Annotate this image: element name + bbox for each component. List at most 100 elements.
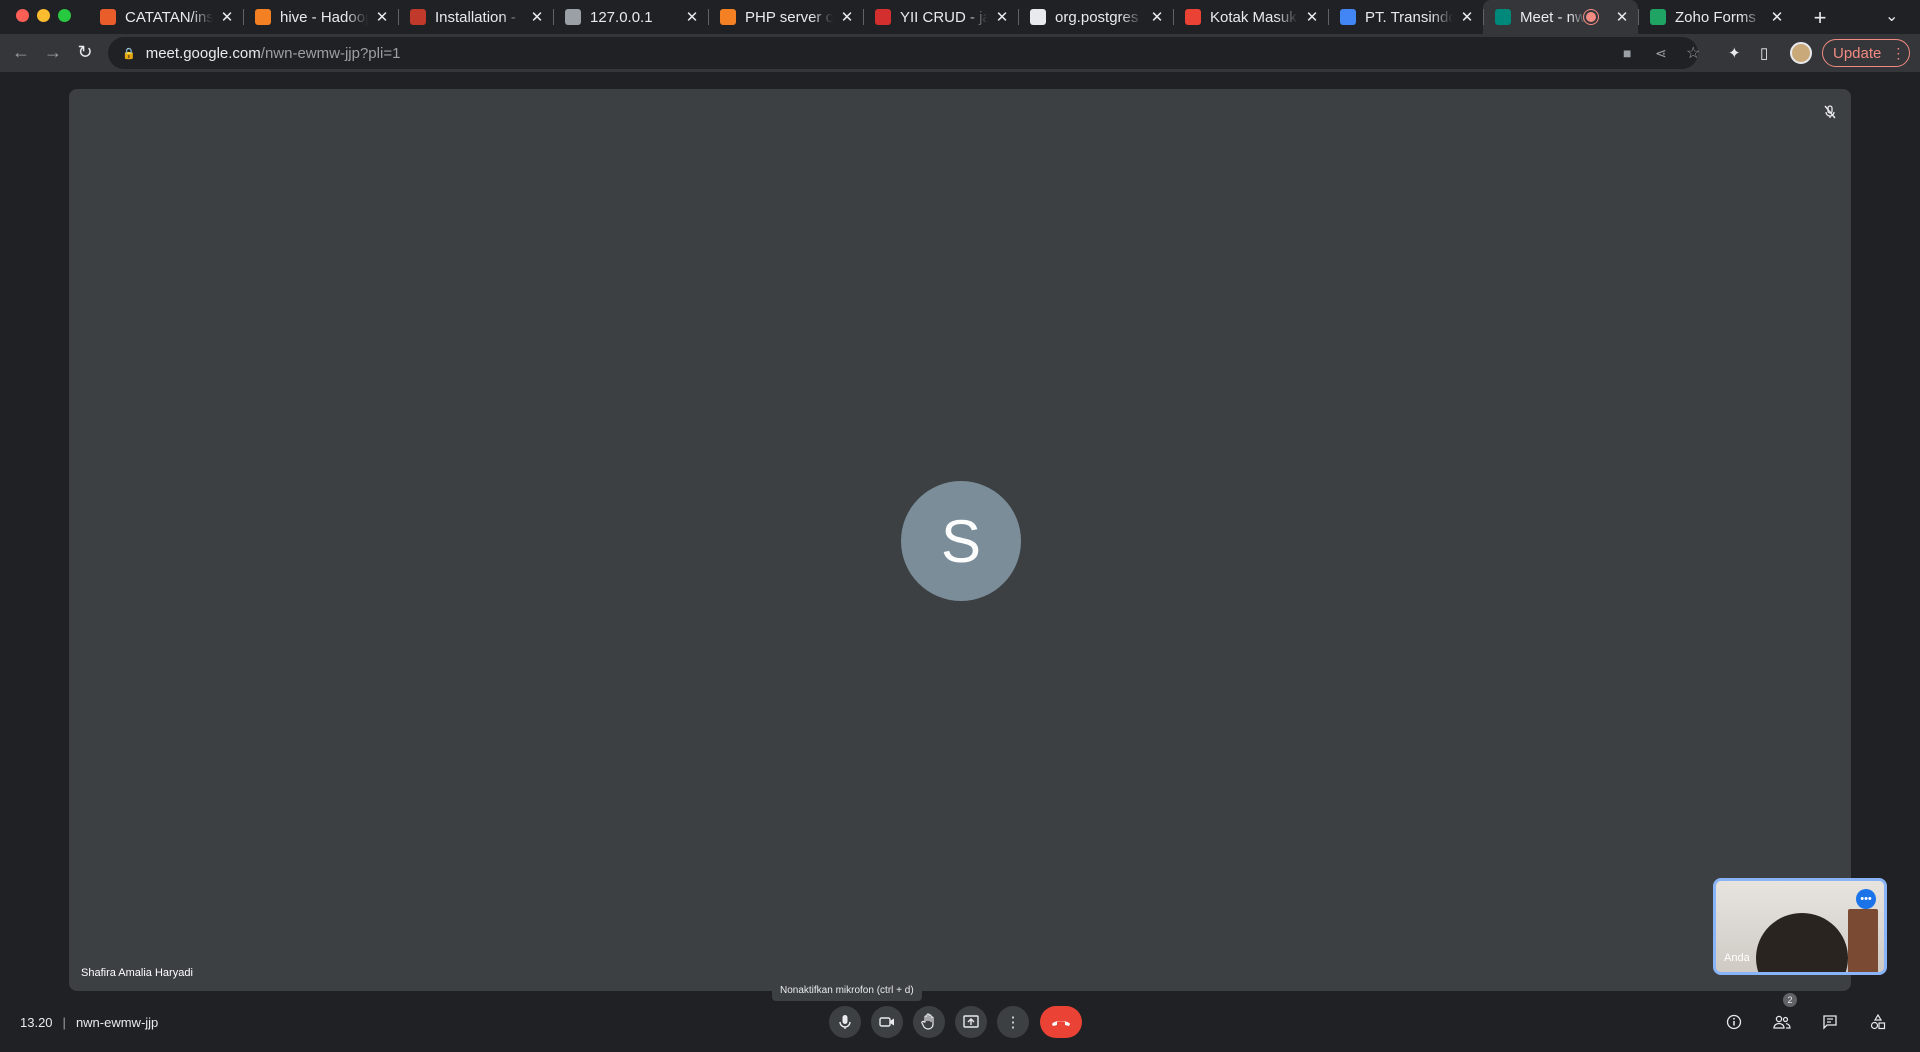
url-host: meet.google.com xyxy=(145,44,261,62)
github-icon xyxy=(1030,9,1046,25)
tab-title: hive - Hadoop xyxy=(280,8,368,26)
minimize-window-button[interactable] xyxy=(37,9,50,22)
self-view-label: Anda xyxy=(1724,952,1750,964)
camera-icon xyxy=(879,1017,894,1027)
maximize-window-button[interactable] xyxy=(58,9,71,22)
browser-toolbar: ← → ↻ 🔒 meet.google.com/nwn-ewmw-jjp?pli… xyxy=(0,34,1920,72)
share-icon[interactable]: ⋖ xyxy=(1655,45,1667,62)
self-view-door xyxy=(1848,909,1878,972)
leave-call-button[interactable] xyxy=(1040,1006,1082,1038)
url-text: meet.google.com/nwn-ewmw-jjp?pli=1 xyxy=(146,45,401,62)
browser-tab[interactable]: PHP server or ✕ xyxy=(708,0,863,34)
update-label: Update xyxy=(1833,44,1882,62)
chat-icon xyxy=(1823,1015,1837,1030)
tab-title: 127.0.0.1 xyxy=(590,8,653,26)
mic-tooltip: Nonaktifkan mikrofon (ctrl + d) xyxy=(772,979,922,1001)
present-icon xyxy=(963,1015,979,1028)
browser-tab[interactable]: CATATAN/ins ✕ xyxy=(88,0,243,34)
google-icon xyxy=(1340,9,1356,25)
close-tab-icon[interactable]: ✕ xyxy=(684,9,700,26)
browser-tab[interactable]: Kotak Masuk ✕ xyxy=(1173,0,1328,34)
participant-name: Shafira Amalia Haryadi xyxy=(81,967,193,979)
tab-title: Meet - nw xyxy=(1520,8,1586,26)
camera-in-use-icon[interactable]: ■ xyxy=(1623,45,1631,61)
recording-indicator-icon xyxy=(1586,12,1596,22)
globe-icon xyxy=(565,9,581,25)
extensions-icon[interactable]: ✦ xyxy=(1728,44,1741,62)
lock-icon: 🔒 xyxy=(122,47,136,60)
stackoverflow-icon xyxy=(720,9,736,25)
raise-hand-button[interactable] xyxy=(913,1006,945,1038)
tab-title: org.postgres xyxy=(1055,8,1139,26)
forward-button[interactable]: → xyxy=(42,42,64,63)
tabs: CATATAN/ins ✕ hive - Hadoop ✕ Installation -… xyxy=(88,0,1793,34)
close-tab-icon[interactable]: ✕ xyxy=(1614,9,1630,26)
close-tab-icon[interactable]: ✕ xyxy=(1769,9,1785,26)
tab-title: PHP server or xyxy=(745,8,833,26)
new-tab-button[interactable]: + xyxy=(1808,5,1832,31)
people-icon xyxy=(1773,1015,1791,1029)
microphone-button[interactable] xyxy=(829,1006,861,1038)
meeting-details-button[interactable] xyxy=(1720,1006,1748,1038)
close-tab-icon[interactable]: ✕ xyxy=(219,9,235,26)
activities-button[interactable] xyxy=(1864,1006,1892,1038)
tab-title: Zoho Forms xyxy=(1675,8,1756,26)
close-window-button[interactable] xyxy=(16,9,29,22)
browser-tab[interactable]: Installation - ✕ xyxy=(398,0,553,34)
more-vert-icon: ⋮ xyxy=(1005,1014,1021,1031)
microphone-icon xyxy=(839,1015,851,1029)
update-button[interactable]: Update ⋮ xyxy=(1822,39,1910,67)
self-view-tile[interactable]: Anda ••• xyxy=(1713,878,1887,975)
address-bar[interactable]: 🔒 meet.google.com/nwn-ewmw-jjp?pli=1 ■ ⋖… xyxy=(108,37,1700,69)
close-tab-icon[interactable]: ✕ xyxy=(1304,9,1320,26)
muted-mic-icon xyxy=(1819,101,1841,123)
hang-up-icon xyxy=(1052,1021,1070,1026)
browser-tab[interactable]: org.postgres ✕ xyxy=(1018,0,1173,34)
call-controls: ⋮ xyxy=(0,1006,1920,1038)
browser-tab[interactable]: 127.0.0.1 ✕ xyxy=(553,0,708,34)
git-logo-icon xyxy=(100,9,116,25)
close-tab-icon[interactable]: ✕ xyxy=(374,9,390,26)
menu-dots-icon: ⋮ xyxy=(1891,44,1906,61)
back-button[interactable]: ← xyxy=(10,42,32,63)
zoho-forms-icon xyxy=(1650,9,1666,25)
url-path: /nwn-ewmw-jjp?pli=1 xyxy=(260,44,401,62)
close-tab-icon[interactable]: ✕ xyxy=(1459,9,1475,26)
browser-tab[interactable]: Meet - nw ✕ xyxy=(1483,0,1638,34)
reload-button[interactable]: ↻ xyxy=(74,42,96,63)
participant-count-badge: 2 xyxy=(1783,993,1797,1007)
participant-tile[interactable]: S Shafira Amalia Haryadi xyxy=(69,89,1851,991)
browser-tab[interactable]: YII CRUD - jav ✕ xyxy=(863,0,1018,34)
tab-title: Kotak Masuk xyxy=(1210,8,1297,26)
close-tab-icon[interactable]: ✕ xyxy=(1149,9,1165,26)
gmail-icon xyxy=(1185,9,1201,25)
browser-tab[interactable]: Zoho Forms ✕ xyxy=(1638,0,1793,34)
meet-area: S Shafira Amalia Haryadi Anda ••• Nonakt… xyxy=(0,72,1920,1052)
meet-icon xyxy=(1495,9,1511,25)
profile-avatar[interactable] xyxy=(1790,42,1812,64)
tab-search-icon[interactable]: ⌄ xyxy=(1885,6,1898,26)
camera-button[interactable] xyxy=(871,1006,903,1038)
close-tab-icon[interactable]: ✕ xyxy=(529,9,545,26)
tab-title: PT. Transindo xyxy=(1365,8,1453,26)
browser-tab[interactable]: PT. Transindo ✕ xyxy=(1328,0,1483,34)
participant-avatar: S xyxy=(901,481,1021,601)
info-icon xyxy=(1726,1014,1742,1030)
more-options-icon[interactable]: ••• xyxy=(1856,889,1876,909)
more-options-button[interactable]: ⋮ xyxy=(997,1006,1029,1038)
yii-icon xyxy=(410,9,426,25)
stackoverflow-icon xyxy=(255,9,271,25)
close-tab-icon[interactable]: ✕ xyxy=(994,9,1010,26)
present-screen-button[interactable] xyxy=(955,1006,987,1038)
bookmark-star-icon[interactable]: ☆ xyxy=(1686,43,1700,63)
tab-title: Installation - xyxy=(435,8,516,26)
people-button[interactable] xyxy=(1768,1006,1796,1038)
hand-icon xyxy=(921,1013,934,1030)
window-controls xyxy=(16,9,71,22)
tab-strip: CATATAN/ins ✕ hive - Hadoop ✕ Installation -… xyxy=(0,0,1920,34)
side-panel-icon[interactable]: ▯ xyxy=(1760,44,1768,62)
chat-button[interactable] xyxy=(1816,1006,1844,1038)
tab-title: YII CRUD - jav xyxy=(900,8,988,26)
browser-tab[interactable]: hive - Hadoop ✕ xyxy=(243,0,398,34)
close-tab-icon[interactable]: ✕ xyxy=(839,9,855,26)
